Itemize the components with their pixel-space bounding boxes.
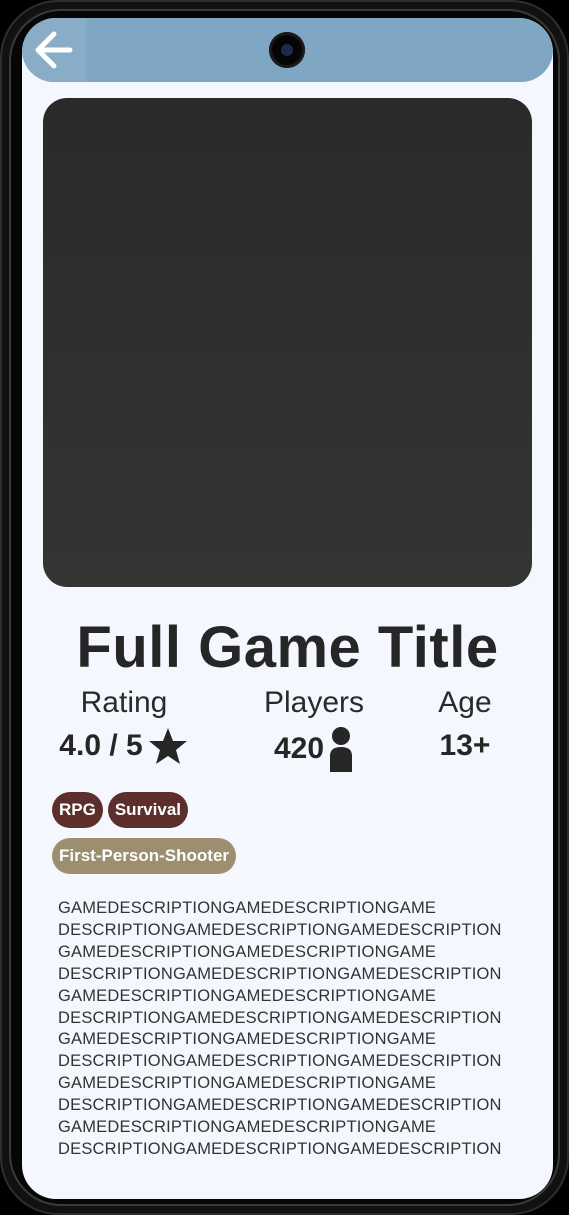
- rating-stat: Rating 4.0 / 5: [50, 684, 198, 766]
- age-value: 13+: [439, 729, 491, 762]
- description-line: GAMEDESCRIPTIONGAMEDESCRIPTIONGAME: [58, 899, 437, 917]
- players-stat: Players 420: [254, 684, 374, 772]
- description-line: GAMEDESCRIPTIONGAMEDESCRIPTIONGAME: [58, 1074, 437, 1093]
- players-value-row: 420: [274, 726, 354, 772]
- tag-survival[interactable]: Survival: [107, 792, 188, 828]
- game-description: GAMEDESCRIPTIONGAMEDESCRIPTIONGAME DESCR…: [58, 898, 528, 1161]
- back-button[interactable]: [22, 18, 86, 82]
- players-label: Players: [263, 686, 365, 719]
- star-icon: [148, 728, 187, 764]
- game-title: Full Game Title: [76, 615, 499, 680]
- players-value: 420: [273, 732, 325, 765]
- phone-frame: Full Game Title Rating 4.0 / 5 Players 4…: [0, 0, 569, 1215]
- arrow-left-icon: [35, 31, 73, 69]
- person-icon: [330, 727, 353, 772]
- description-line: DESCRIPTIONGAMEDESCRIPTIONGAMEDESCRIPTIO…: [58, 1008, 502, 1027]
- rating-label: Rating: [80, 686, 168, 719]
- rating-value-row: 4.0 / 5: [59, 726, 188, 766]
- description-line: GAMEDESCRIPTIONGAMEDESCRIPTIONGAME: [58, 986, 437, 1005]
- genre-tags: RPG Survival First-Person-Shooter: [52, 792, 522, 884]
- tag-row: RPG Survival: [52, 792, 522, 828]
- age-label: Age: [438, 686, 492, 719]
- description-line: GAMEDESCRIPTIONGAMEDESCRIPTIONGAME: [58, 1030, 437, 1049]
- description-line: DESCRIPTIONGAMEDESCRIPTIONGAMEDESCRIPTIO…: [58, 920, 502, 939]
- description-line: DESCRIPTIONGAMEDESCRIPTIONGAMEDESCRIPTIO…: [58, 1096, 502, 1115]
- description-line: GAMEDESCRIPTIONGAMEDESCRIPTIONGAME: [58, 1118, 437, 1137]
- tag-rpg[interactable]: RPG: [52, 792, 103, 828]
- description-line: DESCRIPTIONGAMEDESCRIPTIONGAMEDESCRIPTIO…: [58, 964, 502, 983]
- game-cover-image: [43, 98, 532, 587]
- app-screen: Full Game Title Rating 4.0 / 5 Players 4…: [22, 18, 553, 1199]
- description-line: GAMEDESCRIPTIONGAMEDESCRIPTIONGAME: [58, 942, 437, 961]
- description-line: DESCRIPTIONGAMEDESCRIPTIONGAMEDESCRIPTIO…: [58, 1139, 502, 1158]
- front-camera: [269, 32, 305, 68]
- age-value-row: 13+: [440, 726, 491, 766]
- top-app-bar: [22, 18, 553, 82]
- tag-first-person-shooter[interactable]: First-Person-Shooter: [52, 838, 237, 874]
- tag-row: First-Person-Shooter: [52, 838, 522, 874]
- rating-value: 4.0 / 5: [59, 729, 143, 762]
- description-line: DESCRIPTIONGAMEDESCRIPTIONGAMEDESCRIPTIO…: [58, 1052, 502, 1071]
- age-stat: Age 13+: [422, 684, 508, 766]
